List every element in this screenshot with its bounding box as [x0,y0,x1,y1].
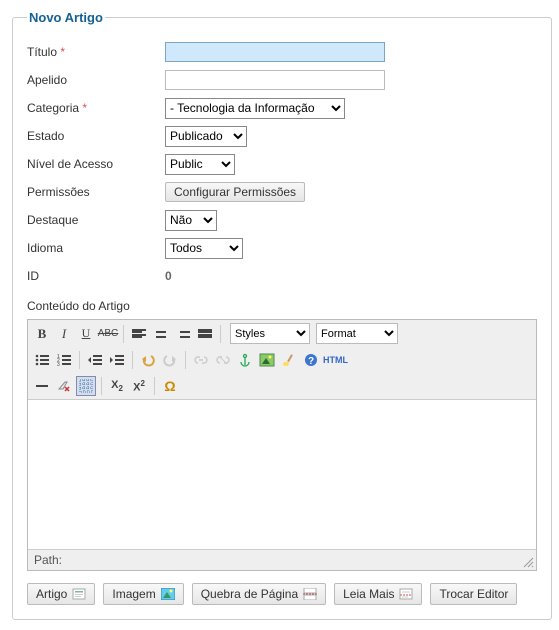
anchor-icon[interactable] [235,350,255,370]
alias-input[interactable] [165,70,385,90]
underline-icon[interactable]: U [76,324,96,344]
label-access: Nível de Acesso [27,157,165,171]
row-category: Categoria * - Tecnologia da Informação [27,97,537,119]
separator-icon [154,377,155,395]
row-title: Título * [27,41,537,63]
row-language: Idioma Todos [27,237,537,259]
toggle-editor-button[interactable]: Trocar Editor [430,583,517,605]
article-button[interactable]: Artigo [27,583,95,605]
html-source-icon[interactable]: HTML [323,350,348,370]
italic-icon[interactable]: I [54,324,74,344]
separator-icon [185,351,186,369]
indent-icon[interactable] [107,350,127,370]
align-justify-icon[interactable] [195,324,215,344]
bottom-button-bar: Artigo Imagem Quebra de Página Leia Mais… [27,583,537,605]
bullet-list-icon[interactable] [32,350,52,370]
configure-permissions-button[interactable]: Configurar Permissões [165,182,305,202]
article-icon [72,588,86,600]
label-id: ID [27,269,165,283]
image-button[interactable]: Imagem [103,583,183,605]
image-icon[interactable] [257,350,277,370]
styles-select[interactable]: Styles [230,323,310,344]
label-featured: Destaque [27,213,165,227]
separator-icon [101,377,102,395]
remove-format-icon[interactable] [54,376,74,396]
label-title: Título * [27,45,165,59]
form-legend: Novo Artigo [27,10,105,25]
horizontal-rule-icon[interactable] [32,376,52,396]
editor-content-area[interactable] [28,399,536,549]
language-select[interactable]: Todos [165,238,243,259]
required-asterisk: * [60,45,65,59]
strikethrough-icon[interactable]: ABC [98,324,118,344]
align-left-icon[interactable] [129,324,149,344]
undo-icon[interactable] [138,350,158,370]
row-state: Estado Publicado [27,125,537,147]
readmore-icon [399,588,413,600]
separator-icon [220,325,221,343]
toolbar-row-2: 123 [28,347,536,373]
content-label: Conteúdo do Artigo [27,299,537,313]
subscript-icon[interactable]: X2 [107,376,127,396]
row-id: ID 0 [27,265,537,287]
required-asterisk: * [82,101,87,115]
title-input[interactable] [165,42,385,62]
align-center-icon[interactable] [151,324,171,344]
toolbar-row-3: X2 X2 Ω [28,373,536,399]
redo-icon[interactable] [160,350,180,370]
row-access: Nível de Acesso Public [27,153,537,175]
outdent-icon[interactable] [85,350,105,370]
separator-icon [132,351,133,369]
special-char-icon[interactable]: Ω [160,376,180,396]
toolbar-row-1: B I U ABC Styles Format [28,320,536,347]
label-alias: Apelido [27,73,165,87]
align-right-icon[interactable] [173,324,193,344]
id-value: 0 [165,269,537,283]
format-select[interactable]: Format [316,323,398,344]
featured-select[interactable]: Não [165,210,217,231]
access-select[interactable]: Public [165,154,235,175]
resize-handle-icon[interactable] [522,556,534,568]
label-state: Estado [27,129,165,143]
label-permissions: Permissões [27,185,165,199]
label-category: Categoria * [27,101,165,115]
svg-text:3: 3 [57,362,60,366]
separator-icon [123,325,124,343]
separator-icon [79,351,80,369]
superscript-icon[interactable]: X2 [129,376,149,396]
row-permissions: Permissões Configurar Permissões [27,181,537,203]
category-select[interactable]: - Tecnologia da Informação [165,98,345,119]
link-icon[interactable] [191,350,211,370]
numbered-list-icon[interactable]: 123 [54,350,74,370]
row-alias: Apelido [27,69,537,91]
path-label: Path: [34,553,62,567]
readmore-button[interactable]: Leia Mais [334,583,422,605]
image-icon [161,588,175,600]
state-select[interactable]: Publicado [165,126,247,147]
bold-icon[interactable]: B [32,324,52,344]
pagebreak-icon [303,588,317,600]
cleanup-icon[interactable] [279,350,299,370]
unlink-icon[interactable] [213,350,233,370]
label-language: Idioma [27,241,165,255]
toggle-guidelines-icon[interactable] [76,376,96,396]
editor-box: B I U ABC Styles Format [27,319,537,571]
svg-text:?: ? [308,356,314,367]
row-featured: Destaque Não [27,209,537,231]
article-form-fieldset: Novo Artigo Título * Apelido Categoria *… [12,10,552,620]
pagebreak-button[interactable]: Quebra de Página [192,583,326,605]
help-icon[interactable]: ? [301,350,321,370]
editor-path-bar: Path: [28,549,536,570]
